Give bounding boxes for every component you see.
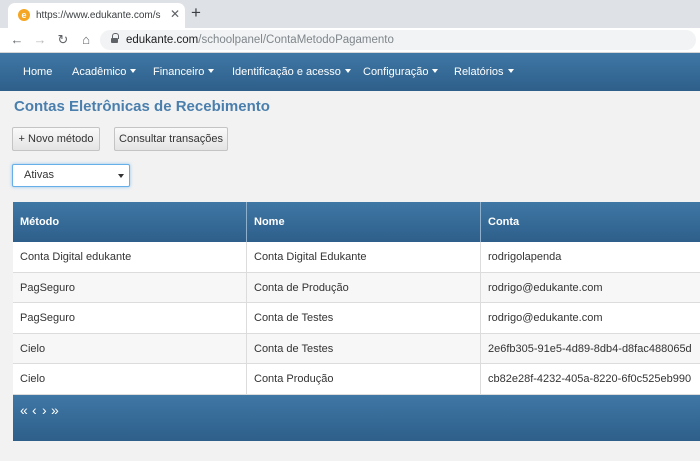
table-body: Conta Digital edukante Conta Digital Edu… — [13, 242, 700, 395]
caret-down-icon — [344, 69, 351, 73]
cell-metodo: PagSeguro — [20, 312, 76, 325]
caret-down-icon — [208, 69, 215, 73]
cell-nome: Conta de Testes — [246, 303, 480, 334]
nav-item-academico[interactable]: Acadêmico — [72, 65, 137, 79]
cell-metodo: Cielo — [20, 342, 46, 355]
tab-title: https://www.edukante.com/schoolpanel/Con… — [36, 10, 161, 21]
plus-icon[interactable]: + — [187, 4, 205, 22]
nav-item-label: Financeiro — [153, 66, 205, 78]
table-row[interactable]: PagSeguro Conta de Testes rodrigo@edukan… — [13, 303, 700, 334]
first-page-icon[interactable]: « — [20, 402, 28, 418]
forward-arrow-icon[interactable]: → — [31, 31, 49, 49]
nav-item-relatorios[interactable]: Relatórios — [454, 65, 514, 79]
table-header: Método Nome Conta — [13, 202, 700, 242]
cell-nome: Conta Digital Edukante — [246, 242, 480, 272]
column-header-conta[interactable]: Conta — [480, 202, 700, 242]
caret-down-icon — [507, 69, 514, 73]
nav-item-label: Identificação e acesso — [232, 66, 341, 78]
back-arrow-icon[interactable]: ← — [8, 31, 26, 49]
previous-page-icon[interactable]: ‹ — [32, 402, 36, 418]
nav-item-home[interactable]: Home — [23, 65, 52, 79]
cell-metodo: Cielo — [20, 373, 46, 386]
nav-item-financeiro[interactable]: Financeiro — [153, 65, 215, 79]
home-icon[interactable]: ⌂ — [77, 31, 95, 49]
table-row[interactable]: Conta Digital edukante Conta Digital Edu… — [13, 242, 700, 273]
cell-conta: 2e6fb305-91e5-4d89-8db4-d8fac488065d — [480, 333, 700, 364]
status-filter-select[interactable]: Ativas — [12, 164, 130, 187]
nav-item-identificacao[interactable]: Identificação e acesso — [232, 65, 351, 79]
cell-conta: rodrigo@edukante.com — [480, 303, 700, 334]
caret-down-icon — [130, 69, 137, 73]
caret-down-icon — [118, 174, 124, 178]
close-icon[interactable]: ✕ — [168, 7, 182, 21]
table-footer-pager: « ‹ › » — [13, 395, 700, 441]
address-bar[interactable]: edukante.com/schoolpanel/ContaMetodoPaga… — [100, 30, 696, 50]
lock-icon — [111, 33, 119, 44]
nav-item-configuracao[interactable]: Configuração — [363, 65, 439, 79]
browser-tab[interactable]: e https://www.edukante.com/schoolpanel/C… — [8, 3, 185, 28]
cell-nome: Conta Produção — [246, 364, 480, 395]
caret-down-icon — [432, 69, 439, 73]
url-path: /schoolpanel/ContaMetodoPagamento — [198, 34, 394, 46]
cell-nome: Conta de Produção — [246, 272, 480, 303]
nav-item-label: Relatórios — [454, 66, 504, 78]
url-text: edukante.com/schoolpanel/ContaMetodoPaga… — [126, 33, 394, 47]
reload-icon[interactable]: ↻ — [54, 31, 72, 49]
nav-item-label: Acadêmico — [72, 66, 127, 78]
edukante-favicon-icon: e — [18, 9, 30, 21]
cell-conta: cb82e28f-4232-405a-8220-6f0c525eb990 — [480, 364, 700, 395]
nav-item-label: Home — [23, 66, 53, 78]
page-title: Contas Eletrônicas de Recebimento — [14, 98, 270, 115]
column-header-metodo[interactable]: Método — [13, 202, 246, 242]
cell-metodo: PagSeguro — [20, 281, 76, 294]
accounts-table: Método Nome Conta Conta Digital edukante… — [13, 202, 700, 441]
cell-nome: Conta de Testes — [246, 333, 480, 364]
main-navbar: Home Acadêmico Financeiro Identificação … — [0, 53, 700, 91]
nav-item-label: Configuração — [363, 66, 429, 78]
cell-metodo: Conta Digital edukante — [20, 251, 132, 263]
table-row[interactable]: PagSeguro Conta de Produção rodrigo@eduk… — [13, 272, 700, 304]
column-header-nome[interactable]: Nome — [246, 202, 480, 242]
browser-toolbar: ← → ↻ ⌂ edukante.com/schoolpanel/ContaMe… — [0, 28, 700, 53]
new-method-button[interactable]: + Novo método — [12, 127, 100, 151]
status-filter-value: Ativas — [24, 169, 54, 181]
table-row[interactable]: Cielo Conta de Testes 2e6fb305-91e5-4d89… — [13, 333, 700, 365]
last-page-icon[interactable]: » — [51, 402, 59, 418]
table-row[interactable]: Cielo Conta Produção cb82e28f-4232-405a-… — [13, 364, 700, 395]
consult-transactions-button[interactable]: Consultar transações — [114, 127, 228, 151]
cell-conta: rodrigolapenda — [480, 242, 700, 272]
url-host: edukante.com — [126, 34, 199, 46]
cell-conta: rodrigo@edukante.com — [480, 272, 700, 303]
next-page-icon[interactable]: › — [42, 402, 46, 418]
browser-tabstrip: e https://www.edukante.com/schoolpanel/C… — [0, 0, 700, 28]
